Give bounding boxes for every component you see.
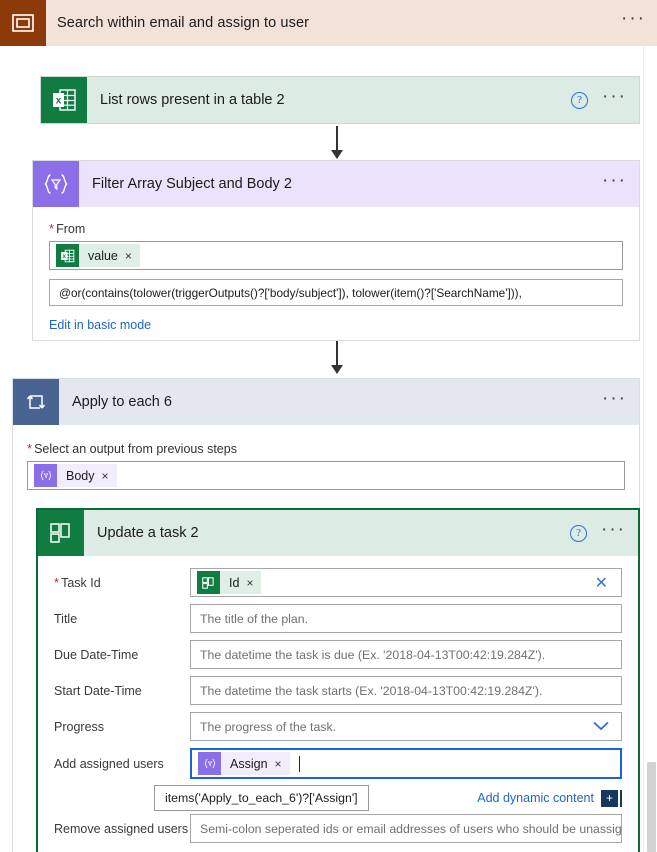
form-row-title: Title The title of the plan. <box>54 604 622 633</box>
card-header-list-rows[interactable]: x List rows present in a table 2 ? ··· <box>41 77 639 123</box>
overflow-menu-icon[interactable]: ··· <box>602 171 627 192</box>
token-remove-icon[interactable]: × <box>125 249 132 263</box>
card-actions-list-rows: ? ··· <box>571 87 639 109</box>
field-label-due-date-time: Due Date-Time <box>54 647 139 662</box>
field-label-start-date-time: Start Date-Time <box>54 683 142 698</box>
select-output-input[interactable]: Body × <box>27 461 625 490</box>
text-cursor <box>298 755 300 772</box>
help-icon[interactable]: ? <box>570 524 588 542</box>
excel-icon: x <box>56 244 79 267</box>
token-id[interactable]: Id × <box>197 571 262 594</box>
field-label-remove-assigned-users: Remove assigned users <box>54 821 189 836</box>
chevron-down-icon[interactable] <box>593 719 612 734</box>
token-remove-icon[interactable]: × <box>246 576 253 590</box>
filter-braces-icon <box>33 161 79 207</box>
form-row-task-id: * Task Id Id × ✕ <box>54 568 622 597</box>
planner-icon <box>38 510 84 556</box>
apply-to-each-body: * Select an output from previous steps Bo… <box>13 425 639 490</box>
task-id-input[interactable]: Id × ✕ <box>190 568 622 597</box>
flow-window-icon <box>0 0 46 46</box>
excel-icon: x <box>41 77 87 123</box>
overflow-menu-icon[interactable]: ··· <box>602 389 627 410</box>
action-card-list-rows[interactable]: x List rows present in a table 2 ? ··· <box>40 76 640 124</box>
clear-field-icon[interactable]: ✕ <box>595 573 612 593</box>
scrollbar-thumb[interactable] <box>647 762 656 852</box>
field-label-add-assigned-users: Add assigned users <box>54 756 164 771</box>
loop-icon <box>13 379 59 425</box>
card-title-apply-to-each: Apply to each 6 <box>72 394 172 410</box>
due-date-time-input[interactable]: The datetime the task is due (Ex. '2018-… <box>190 640 622 669</box>
planner-icon <box>197 571 220 594</box>
token-body[interactable]: Body × <box>34 464 117 487</box>
svg-text:x: x <box>56 95 62 106</box>
filter-braces-icon <box>198 752 221 775</box>
edit-in-basic-mode-link[interactable]: Edit in basic mode <box>49 318 623 332</box>
token-assign[interactable]: Assign × <box>198 752 290 775</box>
token-label: Body × <box>57 464 117 487</box>
token-label: Id × <box>220 571 262 594</box>
card-actions-filter-array: ··· <box>602 171 639 192</box>
token-remove-icon[interactable]: × <box>275 757 282 771</box>
required-asterisk: * <box>27 441 33 456</box>
add-dynamic-content-plus-icon[interactable]: + <box>601 789 618 807</box>
card-actions-apply-to-each: ··· <box>602 389 639 410</box>
filter-braces-icon <box>34 464 57 487</box>
progress-select-value: The progress of the task. <box>200 719 337 734</box>
token-label: Assign × <box>221 752 290 775</box>
flow-overflow-menu-icon[interactable]: ··· <box>621 9 646 32</box>
add-dynamic-content-label: Add dynamic content <box>477 791 594 805</box>
expression-tooltip: items('Apply_to_each_6')?['Assign'] <box>154 785 369 811</box>
vertical-scrollbar[interactable] <box>643 46 657 852</box>
action-card-update-task[interactable]: Update a task 2 ? ··· * Task Id Id × ✕ T… <box>36 508 640 852</box>
form-row-remove-assigned-users: Remove assigned users Semi-colon seperat… <box>54 814 622 843</box>
overflow-menu-icon[interactable]: ··· <box>602 87 627 108</box>
help-icon[interactable]: ? <box>571 91 589 109</box>
card-header-filter-array[interactable]: Filter Array Subject and Body 2 ··· <box>33 161 639 207</box>
field-label-progress: Progress <box>54 719 105 734</box>
card-title-filter-array: Filter Array Subject and Body 2 <box>92 176 292 192</box>
form-row-progress: Progress The progress of the task. <box>54 712 622 741</box>
card-header-update-task[interactable]: Update a task 2 ? ··· <box>38 510 638 556</box>
token-remove-icon[interactable]: × <box>102 469 109 483</box>
from-input[interactable]: x value × <box>49 241 623 270</box>
form-row-start-date-time: Start Date-Time The datetime the task st… <box>54 676 622 705</box>
from-field-label: * From <box>49 221 86 236</box>
card-header-apply-to-each[interactable]: Apply to each 6 ··· <box>13 379 639 425</box>
add-assigned-users-input[interactable]: Assign × <box>190 748 622 779</box>
flow-header-bar: Search within email and assign to user ·… <box>0 0 657 46</box>
start-date-time-input[interactable]: The datetime the task starts (Ex. '2018-… <box>190 676 622 705</box>
update-task-form: * Task Id Id × ✕ Title The title of the … <box>38 556 638 843</box>
dynamic-content-row: items('Apply_to_each_6')?['Assign'] Add … <box>54 785 622 811</box>
field-label-task-id: * Task Id <box>54 575 101 590</box>
remove-assigned-users-input[interactable]: Semi-colon seperated ids or email addres… <box>190 814 622 843</box>
card-title-update-task: Update a task 2 <box>97 525 199 541</box>
form-row-add-assigned-users: Add assigned users Assign × <box>54 748 622 779</box>
plus-button-edge <box>620 789 622 807</box>
card-actions-update-task: ? ··· <box>570 520 638 542</box>
add-dynamic-content-link[interactable]: Add dynamic content + <box>477 789 622 807</box>
progress-select[interactable]: The progress of the task. <box>190 712 622 741</box>
form-row-due-date-time: Due Date-Time The datetime the task is d… <box>54 640 622 669</box>
required-asterisk: * <box>54 575 60 590</box>
action-card-filter-array[interactable]: Filter Array Subject and Body 2 ··· * Fro… <box>32 160 640 341</box>
select-output-label: * Select an output from previous steps <box>27 441 237 456</box>
token-value[interactable]: x value × <box>56 244 140 267</box>
filter-expression-input[interactable]: @or(contains(tolower(triggerOutputs()?['… <box>49 279 623 306</box>
overflow-menu-icon[interactable]: ··· <box>601 520 626 541</box>
card-title-list-rows: List rows present in a table 2 <box>100 92 285 108</box>
title-input[interactable]: The title of the plan. <box>190 604 622 633</box>
svg-text:x: x <box>63 253 67 260</box>
token-label: value × <box>79 244 140 267</box>
filter-array-body: * From x value × @or(contains(tolower(tr… <box>33 207 639 332</box>
required-asterisk: * <box>49 221 55 236</box>
field-label-title: Title <box>54 611 78 626</box>
flow-title: Search within email and assign to user <box>57 15 310 31</box>
